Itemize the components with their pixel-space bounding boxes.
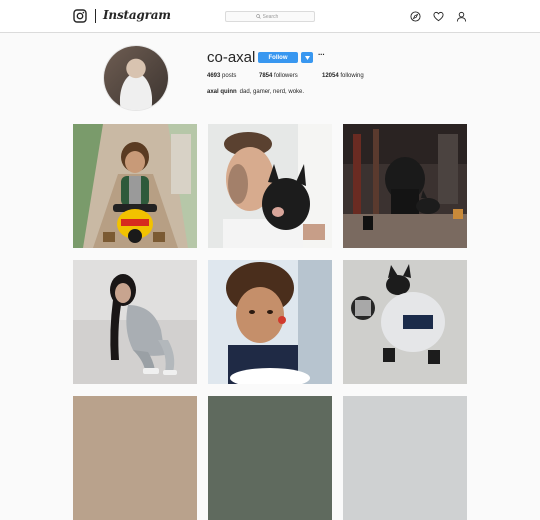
posts-count-stat: 4693 posts bbox=[207, 73, 236, 79]
follow-button[interactable]: Follow bbox=[258, 52, 298, 63]
post-thumbnail[interactable] bbox=[73, 260, 197, 384]
followers-label: followers bbox=[274, 73, 298, 79]
search-icon bbox=[255, 14, 261, 19]
post-thumbnail[interactable] bbox=[208, 260, 332, 384]
logo-divider bbox=[95, 9, 96, 23]
search-box[interactable] bbox=[225, 11, 315, 22]
post-thumbnail[interactable] bbox=[343, 260, 467, 384]
following-label: following bbox=[340, 73, 364, 79]
heart-icon[interactable] bbox=[433, 11, 444, 22]
profile-avatar[interactable] bbox=[104, 46, 168, 110]
following-stat[interactable]: 12054 following bbox=[322, 73, 364, 79]
post-thumbnail[interactable] bbox=[73, 396, 197, 520]
posts-label: posts bbox=[222, 73, 237, 79]
followers-stat[interactable]: 7854 followers bbox=[259, 73, 298, 79]
chevron-down-icon bbox=[304, 55, 310, 60]
posts-count: 4693 bbox=[207, 73, 221, 79]
search-input[interactable] bbox=[262, 13, 285, 20]
more-options-button[interactable]: ··· bbox=[318, 50, 325, 59]
post-thumbnail[interactable] bbox=[208, 396, 332, 520]
bio-text: dad, gamer, nerd, woke. bbox=[239, 89, 305, 95]
post-thumbnail[interactable] bbox=[343, 124, 467, 248]
instagram-icon[interactable] bbox=[73, 9, 87, 23]
compass-icon[interactable] bbox=[410, 11, 421, 22]
person-icon[interactable] bbox=[456, 11, 467, 22]
profile-full-name: axal quinn bbox=[207, 89, 237, 95]
post-thumbnail[interactable] bbox=[343, 396, 467, 520]
profile-username: co-axal bbox=[207, 49, 256, 66]
top-nav-bar: Instagram bbox=[0, 0, 540, 33]
suggestions-dropdown-button[interactable] bbox=[301, 52, 313, 63]
instagram-wordmark[interactable]: Instagram bbox=[103, 8, 171, 22]
post-thumbnail[interactable] bbox=[73, 124, 197, 248]
followers-count: 7854 bbox=[259, 73, 273, 79]
profile-bio: axal quinn dad, gamer, nerd, woke. bbox=[207, 89, 304, 95]
following-count: 12054 bbox=[322, 73, 339, 79]
post-thumbnail[interactable] bbox=[208, 124, 332, 248]
